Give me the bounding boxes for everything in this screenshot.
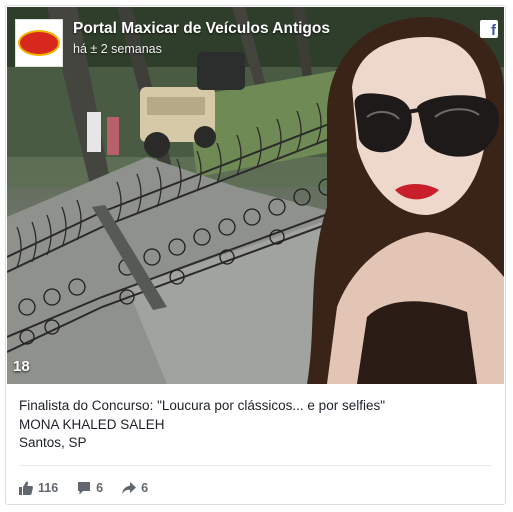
divider (19, 465, 492, 466)
share-button[interactable]: 6 (122, 481, 148, 495)
photo-number: 18 (13, 358, 30, 375)
page-name-link[interactable]: Portal Maxicar de Veículos Antigos (73, 20, 330, 38)
maxicar-logo-icon (18, 30, 60, 56)
thumbs-up-icon (19, 481, 33, 495)
post-timestamp[interactable]: há ± 2 semanas (73, 42, 162, 56)
caption-line-name: MONA KHALED SALEH (19, 416, 165, 432)
page-logo[interactable] (15, 19, 63, 67)
post-card: Portal Maxicar de Veículos Antigos há ± … (5, 5, 506, 505)
like-button[interactable]: 116 (19, 481, 58, 495)
caption-line-location: Santos, SP (19, 435, 87, 450)
share-count: 6 (141, 481, 149, 495)
like-count: 116 (38, 481, 59, 495)
post-photo[interactable]: Portal Maxicar de Veículos Antigos há ± … (7, 7, 504, 384)
post-actions: 116 6 6 (19, 476, 167, 500)
share-arrow-icon (122, 482, 137, 494)
comment-button[interactable]: 6 (77, 481, 103, 495)
post-header: Portal Maxicar de Veículos Antigos há ± … (13, 17, 503, 73)
facebook-icon[interactable]: f (480, 20, 498, 38)
post-caption: Finalista do Concurso: "Loucura por clás… (19, 397, 489, 453)
comment-count: 6 (96, 481, 104, 495)
comment-icon (78, 482, 91, 495)
caption-line-contest: Finalista do Concurso: "Loucura por clás… (19, 398, 386, 413)
